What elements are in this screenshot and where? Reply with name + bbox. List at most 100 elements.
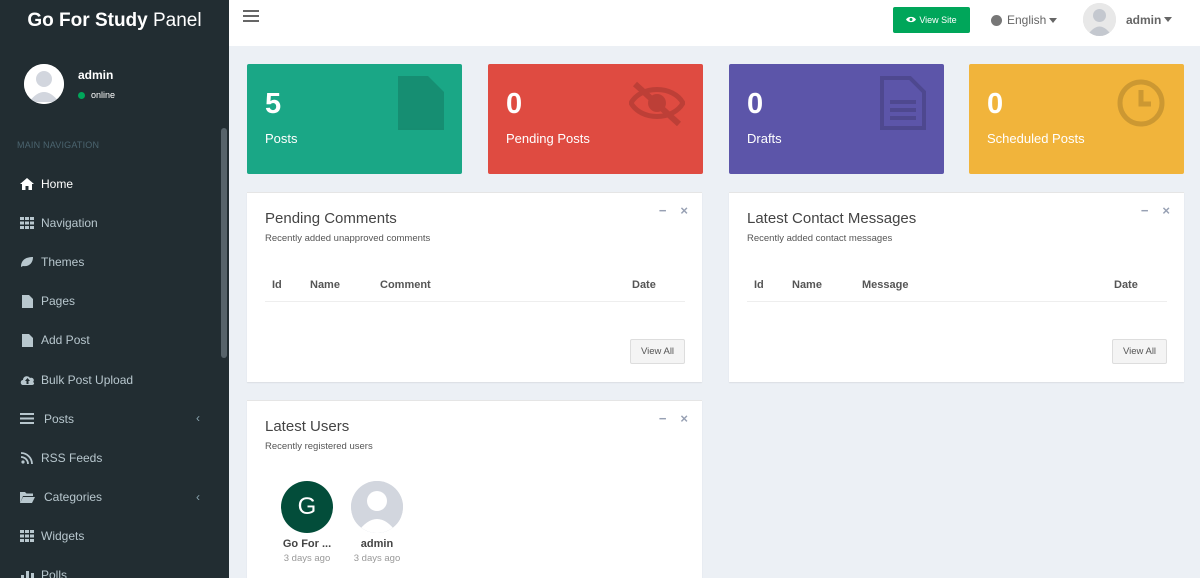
- brand-name: Go For Study: [27, 10, 148, 31]
- sidebar-item-rss-feeds[interactable]: RSS Feeds: [0, 438, 222, 477]
- sidebar-item-bulk-post-upload[interactable]: Bulk Post Upload: [0, 360, 222, 399]
- user-avatar: G: [281, 481, 333, 533]
- close-icon[interactable]: ×: [680, 203, 688, 218]
- caret-down-icon: [1049, 17, 1058, 23]
- close-icon[interactable]: ×: [1162, 203, 1170, 218]
- column-date: Date: [632, 279, 656, 291]
- panel-subtitle: Recently registered users: [265, 441, 373, 452]
- latest-users-panel: Latest Users Recently registered users −…: [247, 400, 702, 578]
- menu-toggle-icon[interactable]: [243, 10, 259, 24]
- file-icon: [398, 76, 444, 133]
- view-all-button[interactable]: View All: [630, 339, 685, 364]
- view-all-button[interactable]: View All: [1112, 339, 1167, 364]
- stat-box-drafts[interactable]: 0 Drafts: [729, 64, 944, 174]
- column-message: Message: [862, 279, 909, 291]
- sidebar-item-widgets[interactable]: Widgets: [0, 517, 222, 556]
- eye-slash-icon: [628, 80, 686, 129]
- view-site-button[interactable]: View Site: [893, 7, 970, 33]
- language-label: English: [1007, 13, 1047, 27]
- sidebar-item-label: RSS Feeds: [41, 450, 103, 465]
- stat-box-pending-posts[interactable]: 0 Pending Posts: [488, 64, 703, 174]
- user-name: Go For ...: [282, 538, 332, 550]
- file-text-icon: [880, 76, 926, 133]
- sidebar-item-label: Add Post: [41, 333, 90, 348]
- language-dropdown[interactable]: English: [991, 13, 1058, 27]
- sidebar-item-themes[interactable]: Themes: [0, 242, 222, 281]
- user-menu-label: admin: [1126, 12, 1162, 27]
- sidebar-item-pages[interactable]: Pages: [0, 282, 222, 321]
- user-registered-time: 3 days ago: [283, 553, 331, 564]
- list-item[interactable]: admin 3 days ago: [343, 481, 411, 564]
- user-status: online: [78, 90, 115, 100]
- stat-label: Scheduled Posts: [987, 131, 1085, 146]
- user-avatar: [351, 481, 403, 533]
- sidebar-scrollbar[interactable]: [221, 128, 227, 358]
- sidebar: Go For Study Panel admin online MAIN NAV…: [0, 0, 229, 578]
- stat-label: Drafts: [747, 131, 782, 146]
- column-id: Id: [272, 279, 282, 291]
- avatar-initial: G: [297, 493, 317, 520]
- sidebar-item-label: Navigation: [41, 215, 98, 230]
- globe-icon: [991, 14, 1002, 26]
- minimize-icon[interactable]: −: [659, 203, 667, 218]
- stat-box-scheduled-posts[interactable]: 0 Scheduled Posts: [969, 64, 1184, 174]
- file-icon: [19, 333, 35, 347]
- sidebar-item-label: Widgets: [41, 529, 85, 544]
- user-avatar: [24, 64, 64, 104]
- column-id: Id: [754, 279, 764, 291]
- column-date: Date: [1114, 279, 1138, 291]
- sidebar-item-home[interactable]: Home: [0, 164, 222, 203]
- eye-icon: [906, 15, 917, 25]
- status-label: online: [91, 90, 116, 100]
- panel-title: Latest Contact Messages: [747, 210, 917, 227]
- chevron-left-icon: ‹: [196, 411, 200, 426]
- leaf-icon: [19, 255, 35, 269]
- minimize-icon[interactable]: −: [659, 411, 667, 426]
- stat-value: 0: [747, 88, 764, 120]
- table-header: Id Name Message Date: [747, 277, 1167, 302]
- file-icon: [19, 294, 35, 308]
- bar-icon: [19, 568, 35, 578]
- sidebar-item-navigation[interactable]: Navigation: [0, 203, 222, 242]
- user-menu[interactable]: admin: [1083, 3, 1173, 36]
- sidebar-item-label: Pages: [41, 294, 76, 309]
- caret-down-icon: [1164, 17, 1173, 22]
- list-item[interactable]: G Go For ... 3 days ago: [273, 481, 341, 564]
- sidebar-item-polls[interactable]: Polls: [0, 556, 222, 578]
- chevron-left-icon: ‹: [196, 489, 200, 504]
- list-icon: [19, 412, 35, 426]
- panel-tools: − ×: [645, 203, 688, 218]
- grid-icon: [19, 216, 35, 230]
- column-comment: Comment: [380, 279, 431, 291]
- view-site-label: View Site: [919, 15, 957, 25]
- top-navbar: View Site English admin: [229, 0, 1200, 46]
- brand-logo[interactable]: Go For Study Panel: [0, 0, 229, 44]
- stat-value: 5: [265, 88, 282, 120]
- sidebar-item-label: Home: [41, 176, 74, 191]
- panel-subtitle: Recently added contact messages: [747, 233, 893, 244]
- panel-tools: − ×: [645, 411, 688, 426]
- cloud-upload-icon: [19, 373, 35, 387]
- user-avatar: [1083, 3, 1116, 36]
- pending-comments-panel: Pending Comments Recently added unapprov…: [247, 192, 702, 382]
- user-name: admin: [360, 538, 394, 550]
- stat-label: Posts: [265, 131, 298, 146]
- sidebar-menu: Home Navigation Themes Pages Add Post Bu…: [0, 164, 222, 578]
- sidebar-item-label: Themes: [41, 254, 85, 269]
- sidebar-item-categories[interactable]: Categories ‹: [0, 478, 222, 517]
- panel-title: Pending Comments: [265, 210, 397, 227]
- column-name: Name: [310, 279, 340, 291]
- sidebar-item-add-post[interactable]: Add Post: [0, 321, 222, 360]
- minimize-icon[interactable]: −: [1141, 203, 1149, 218]
- stat-box-posts[interactable]: 5 Posts: [247, 64, 462, 174]
- user-registered-time: 3 days ago: [353, 553, 401, 564]
- stat-value: 0: [987, 88, 1004, 120]
- clock-icon: [1116, 78, 1166, 131]
- panel-tools: − ×: [1127, 203, 1170, 218]
- sidebar-item-posts[interactable]: Posts ‹: [0, 399, 222, 438]
- contact-messages-panel: Latest Contact Messages Recently added c…: [729, 192, 1184, 382]
- panel-title: Latest Users: [265, 418, 350, 435]
- close-icon[interactable]: ×: [680, 411, 688, 426]
- user-name: admin: [78, 68, 114, 82]
- sidebar-item-label: Categories: [44, 490, 103, 505]
